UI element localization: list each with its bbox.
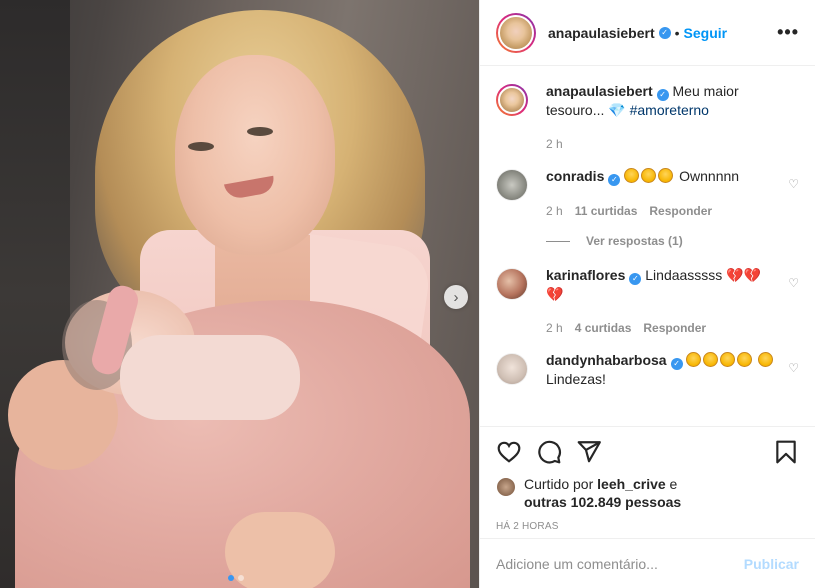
more-options-icon[interactable]: ••• <box>777 22 799 43</box>
gem-emoji: 💎 <box>608 102 626 118</box>
comment-text: Lindezas! <box>546 371 606 387</box>
instagram-post: › anapaulasiebert ✓ • Seguir ••• anapaul… <box>0 0 815 588</box>
reply-button[interactable]: Responder <box>643 319 706 337</box>
comment-age: 2 h <box>546 204 563 218</box>
broken-heart-emoji: 💔 <box>743 267 762 283</box>
caption-age: 2 h <box>546 137 563 151</box>
likes-others[interactable]: outras 102.849 pessoas <box>524 494 681 510</box>
caption: anapaulasiebert ✓ Meu maior tesouro... 💎 … <box>496 82 799 153</box>
like-comment-heart-icon[interactable]: ♡ <box>788 276 799 290</box>
author-avatar[interactable] <box>496 12 536 53</box>
share-icon[interactable] <box>576 439 602 465</box>
like-comment-heart-icon[interactable]: ♡ <box>788 361 799 375</box>
view-replies-label: Ver respostas (1) <box>586 234 683 248</box>
verified-badge-icon: ✓ <box>658 26 671 39</box>
separator-dot: • <box>674 24 680 41</box>
commenter-username[interactable]: karinaflores <box>546 267 625 283</box>
comment-likes[interactable]: 11 curtidas <box>575 202 638 220</box>
bookmark-icon[interactable] <box>773 439 799 465</box>
carousel-next-button[interactable]: › <box>444 285 468 309</box>
like-comment-heart-icon[interactable]: ♡ <box>788 177 799 191</box>
liker-avatar[interactable] <box>496 477 516 497</box>
add-comment-bar: Publicar <box>480 538 815 588</box>
comment-text: Lindaasssss <box>645 267 723 283</box>
likes-summary: Curtido por leeh_crive e outras 102.849 … <box>496 475 799 511</box>
post-timestamp[interactable]: HÁ 2 HORAS <box>496 521 799 532</box>
author-username[interactable]: anapaulasiebert <box>548 25 655 41</box>
comment-text: Ownnnnn <box>679 168 740 184</box>
liker-username[interactable]: leeh_crive <box>597 476 666 492</box>
verified-badge-icon: ✓ <box>608 174 621 186</box>
likes-conjunction: e <box>665 476 678 492</box>
comment-icon[interactable] <box>536 439 562 465</box>
carousel-dot <box>238 575 244 581</box>
heart-icon[interactable] <box>496 439 522 465</box>
carousel-dot <box>228 575 234 581</box>
broken-heart-emoji: 💔 <box>546 286 564 302</box>
follow-button[interactable]: Seguir <box>684 25 728 41</box>
commenter-avatar[interactable] <box>496 169 528 201</box>
post-sidebar: anapaulasiebert ✓ • Seguir ••• anapaulas… <box>479 0 815 588</box>
post-header: anapaulasiebert ✓ • Seguir ••• <box>480 0 815 66</box>
commenter-username[interactable]: dandynhabarbosa <box>546 352 667 368</box>
comment-input[interactable] <box>496 555 744 572</box>
verified-badge-icon: ✓ <box>629 273 642 285</box>
heart-eyes-emoji <box>686 352 758 368</box>
heart-eyes-emoji <box>758 352 775 368</box>
heart-eyes-emoji <box>624 168 679 184</box>
verified-badge-icon: ✓ <box>670 358 683 370</box>
commenter-username[interactable]: conradis <box>546 168 604 184</box>
verified-badge-icon: ✓ <box>656 89 669 101</box>
caption-author[interactable]: anapaulasiebert <box>546 83 653 99</box>
commenter-avatar[interactable] <box>496 353 528 385</box>
chevron-right-icon: › <box>453 288 459 306</box>
comments-list[interactable]: anapaulasiebert ✓ Meu maior tesouro... 💎 … <box>480 66 815 426</box>
caption-author-avatar[interactable] <box>496 84 528 116</box>
commenter-avatar[interactable] <box>496 268 528 300</box>
hashtag-link[interactable]: #amoreterno <box>630 102 709 118</box>
comment: dandynhabarbosa ✓ Lindezas! ♡ <box>496 351 799 388</box>
post-photo[interactable]: › <box>0 0 479 588</box>
comment-age: 2 h <box>546 321 563 335</box>
comment: conradis ✓ Ownnnnn 2 h 11 curtidas Respon… <box>496 167 799 220</box>
comment-likes[interactable]: 4 curtidas <box>575 319 632 337</box>
post-actions: Curtido por leeh_crive e outras 102.849 … <box>480 426 815 538</box>
carousel-dots <box>228 575 244 581</box>
view-replies-button[interactable]: Ver respostas (1) <box>546 234 799 248</box>
reply-button[interactable]: Responder <box>649 202 712 220</box>
likes-prefix: Curtido por <box>524 476 598 492</box>
broken-heart-emoji: 💔 <box>726 267 744 283</box>
publish-button[interactable]: Publicar <box>744 556 799 572</box>
comment: karinaflores ✓ Lindaasssss 💔💔💔 2 h 4 curt… <box>496 266 799 337</box>
